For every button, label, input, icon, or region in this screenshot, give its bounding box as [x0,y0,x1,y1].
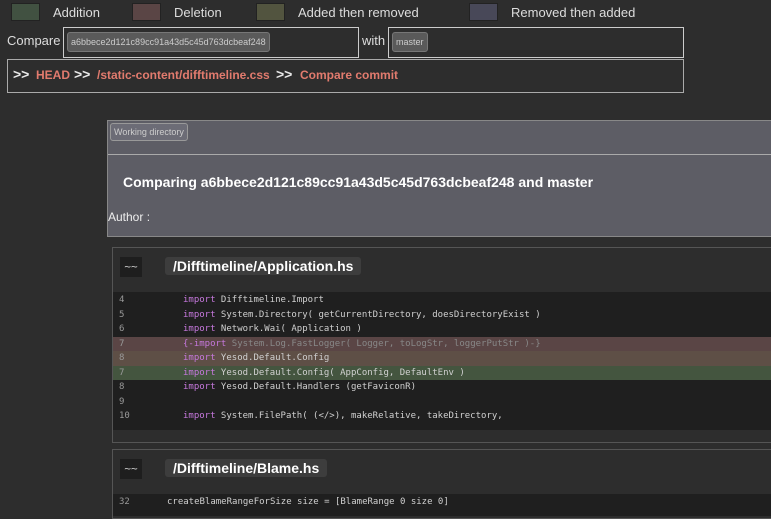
code-line: 32 createBlameRangeForSize size = [BlameR… [113,495,771,510]
breadcrumb-compare-link[interactable]: Compare commit [300,68,398,82]
diff-toggle-icon[interactable]: ~~ [120,257,142,277]
code-line: 9 [113,395,771,410]
file-diff-application: ~~ /Difftimeline/Application.hs 4 import … [112,247,771,443]
file-header: ~~ /Difftimeline/Application.hs [113,248,771,292]
legend-swatch-deletion [132,3,161,21]
code-line-deleted: 8 import Yesod.Default.Config [113,351,771,366]
compare-to-field[interactable]: master [388,27,684,58]
info-divider [108,154,771,155]
code-block: 32 createBlameRangeForSize size = [BlameR… [113,494,771,516]
line-number: 7 [119,338,125,349]
code-keyword: import [183,295,216,305]
code-text: createBlameRangeForSize size = [BlameRan… [167,497,449,507]
code-text: Yesod.Default.Handlers (getFaviconR) [215,382,416,392]
code-block: 4 import Difftimeline.Import 5 import Syst… [113,292,771,430]
working-directory-button[interactable]: Working directory [110,123,188,141]
code-line-deleted: 7 {-import System.Log.FastLogger( Logger,… [113,336,771,351]
breadcrumb-separator: >> [13,66,30,82]
code-line: 8 import Yesod.Default.Handlers (getFavic… [113,380,771,395]
legend-swatch-added-removed [256,3,285,21]
breadcrumb-separator: >> [276,66,293,82]
code-text: System.FilePath( (</>), makeRelative, ta… [215,411,503,421]
line-number: 5 [119,309,125,320]
code-text: Yesod.Default.Config [215,353,330,363]
code-text: Difftimeline.Import [215,295,324,305]
legend-label-removed-added: Removed then added [511,5,636,20]
commit-tag-to[interactable]: master [392,32,428,52]
commit-info-panel: Working directory Comparing a6bbece2d121… [107,120,771,237]
code-keyword: import [183,353,216,363]
file-name[interactable]: /Difftimeline/Application.hs [165,257,362,275]
breadcrumb: >> HEAD >> /static-content/difftimeline.… [7,59,684,93]
file-name[interactable]: /Difftimeline/Blame.hs [165,459,328,477]
legend-label-deletion: Deletion [174,5,222,20]
code-text: System.Directory( getCurrentDirectory, d… [215,309,541,320]
code-text: Network.Wai( Application ) [215,324,362,334]
legend-swatch-removed-added [469,3,498,21]
code-text: Yesod.Default.Config( AppConfig, Default… [215,367,465,378]
breadcrumb-head-link[interactable]: HEAD [36,68,70,82]
compare-title: Comparing a6bbece2d121c89cc91a43d5c45d76… [123,174,594,190]
line-number: 6 [119,324,125,334]
code-keyword: import [183,382,216,392]
line-number: 8 [119,382,125,392]
legend: Addition Deletion Added then removed Rem… [0,0,771,26]
compare-label: Compare [7,33,61,48]
file-header: ~~ /Difftimeline/Blame.hs [113,450,771,494]
line-number: 4 [119,295,125,305]
legend-label-addition: Addition [53,5,100,20]
compare-row: Compare a6bbece2d121c89cc91a43d5c45d763d… [0,27,771,59]
line-number: 7 [119,367,125,378]
code-text: System.Log.FastLogger( Logger, toLogStr,… [226,338,541,349]
code-keyword: import [183,324,216,334]
commit-tag-from[interactable]: a6bbece2d121c89cc91a43d5c45d763dcbeaf248 [67,32,270,52]
code-keyword: {-import [183,338,227,349]
legend-swatch-addition [11,3,40,21]
code-line: 4 import Difftimeline.Import [113,293,771,308]
line-number: 8 [119,353,125,363]
code-keyword: import [183,411,216,421]
code-keyword: import [183,309,216,320]
line-number: 9 [119,396,125,407]
code-line: 5 import System.Directory( getCurrentDire… [113,308,771,323]
code-keyword: import [183,367,216,378]
line-number: 32 [119,497,130,507]
with-label: with [362,33,386,48]
author-label: Author : [108,210,151,224]
diff-toggle-icon[interactable]: ~~ [120,459,142,479]
compare-from-field[interactable]: a6bbece2d121c89cc91a43d5c45d763dcbeaf248 [63,27,359,58]
legend-label-added-removed: Added then removed [298,5,419,20]
code-line-added: 7 import Yesod.Default.Config( AppConfig,… [113,365,771,380]
code-line: 10 import System.FilePath( (</>), makeRel… [113,409,771,424]
breadcrumb-file-link[interactable]: /static-content/difftimeline.css [97,68,270,82]
breadcrumb-separator: >> [74,66,91,82]
line-number: 10 [119,411,130,421]
code-line: 6 import Network.Wai( Application ) [113,322,771,337]
